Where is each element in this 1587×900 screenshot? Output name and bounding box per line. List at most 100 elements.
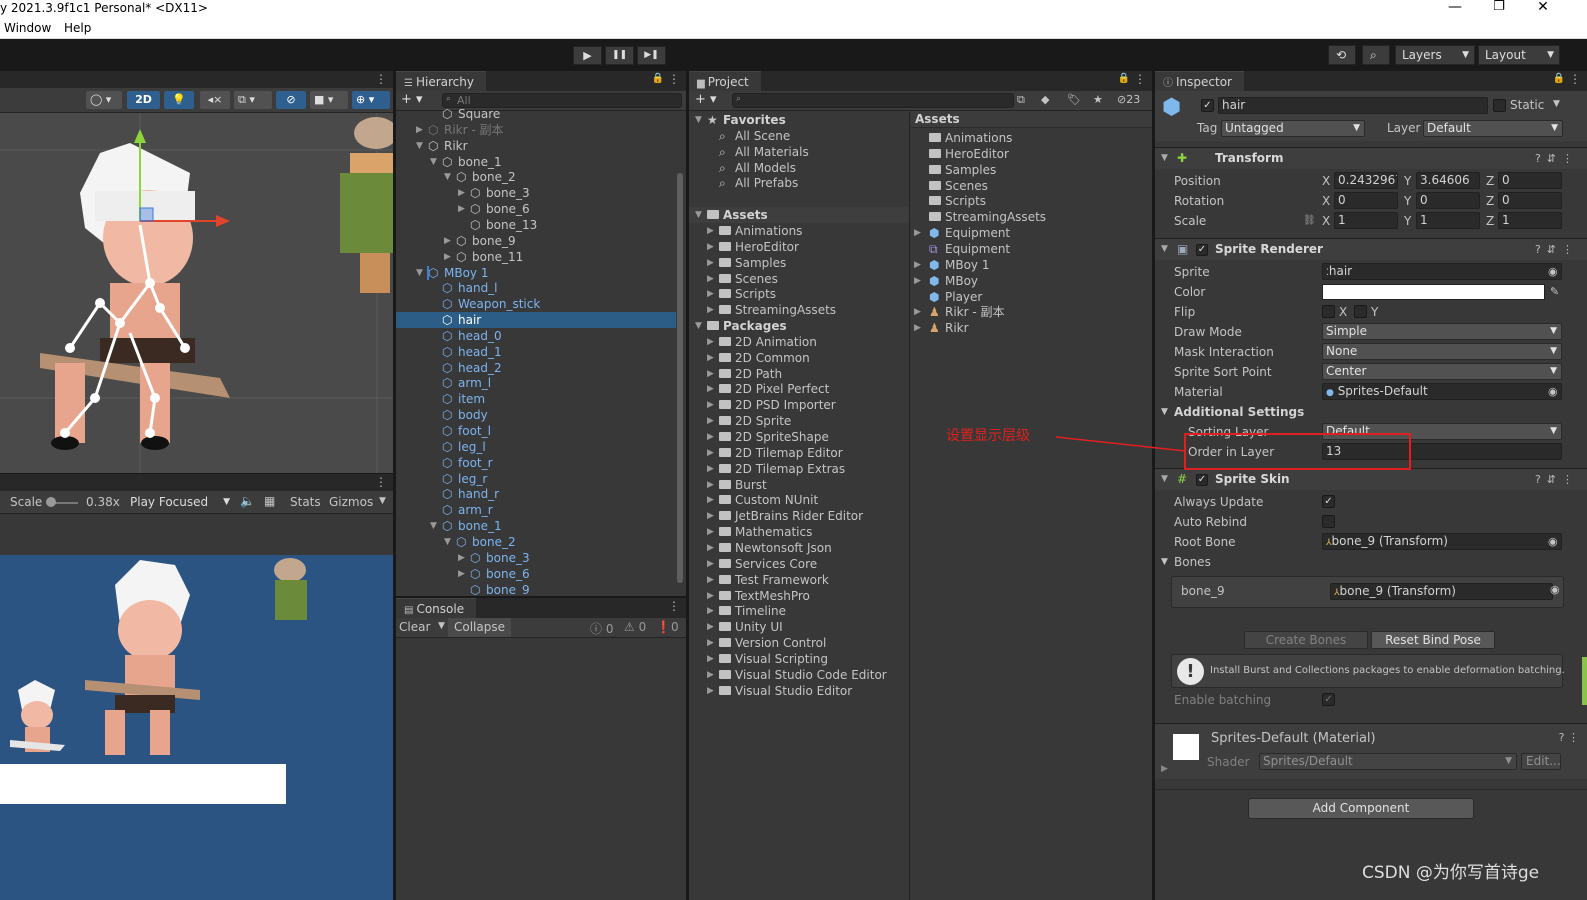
object-picker-icon[interactable]: ◉ [1550,583,1560,596]
hierarchy-item[interactable]: ▼ ⬡ bone_2 [396,169,676,185]
layers-dropdown[interactable]: Layers ▼ [1395,45,1475,65]
root-bone-field[interactable]: ⅄bone_9 (Transform) [1322,533,1562,550]
axis-z-label[interactable]: Z [1486,211,1494,231]
search-by-type-icon[interactable]: ⧉ [1017,93,1025,107]
game-canvas[interactable] [0,555,393,900]
hierarchy-item[interactable]: ▶ ⬡ bone_3 [396,550,676,566]
project-asset-item[interactable]: Scenes [911,178,1152,194]
project-folder-item[interactable]: ▶ 2D Pixel Perfect [689,381,909,397]
chevron-right-icon[interactable]: ▶ [914,273,924,289]
project-asset-item[interactable]: ▶ ⬢ MBoy 1 [911,257,1152,273]
sorting-layer-dropdown[interactable]: Default ▼ [1322,423,1562,440]
material-field[interactable]: ● Sprites-Default [1322,383,1562,400]
pause-button[interactable]: ❚❚ [605,46,634,65]
hierarchy-item[interactable]: ⬡ arm_r [396,502,676,518]
chevron-right-icon[interactable]: ▶ [707,603,717,619]
sprite-renderer-header[interactable]: ▼ ▣ ✓ Sprite Renderer ?⇵⋮ [1155,238,1587,260]
hierarchy-item[interactable]: ⬡ bone_13 [396,217,676,233]
chevron-down-icon[interactable]: ▼ [416,265,426,281]
project-folder-item[interactable]: ▶ Visual Scripting [689,651,909,667]
lock-icon[interactable]: 🔒 [1553,73,1565,84]
project-folder-item[interactable]: ▶ Mathematics [689,524,909,540]
chevron-right-icon[interactable]: ▶ [707,619,717,635]
project-folder-item[interactable]: ▶ Timeline [689,603,909,619]
transform-x-field[interactable]: 1 [1334,212,1398,229]
tab-project[interactable]: ▆ Project [689,71,761,91]
object-name-field[interactable]: hair [1218,97,1488,114]
project-folder-item[interactable]: ▶ 2D Path [689,366,909,382]
close-icon[interactable]: ✕ [1528,0,1558,15]
more-icon[interactable]: ⋮ [375,475,387,489]
transform-z-field[interactable]: 0 [1498,172,1562,189]
project-folder-item[interactable]: ▶ 2D Tilemap Editor [689,445,909,461]
stats-button[interactable]: Stats [290,495,321,509]
hierarchy-item[interactable]: ▼ ⬡ bone_2 [396,534,676,550]
eyedropper-icon[interactable]: ✎ [1550,282,1559,302]
transform-y-field[interactable]: 0 [1416,192,1480,209]
audio-icon[interactable]: ◂× [200,91,230,109]
chevron-right-icon[interactable]: ▶ [914,225,924,241]
chevron-down-icon[interactable]: ▼ [379,496,386,506]
axis-y-label[interactable]: Y [1404,191,1411,211]
project-folder-item[interactable]: ▶ Services Core [689,556,909,572]
menu-help[interactable]: Help [64,21,91,35]
more-icon[interactable]: ⋮ [1569,72,1581,86]
chevron-right-icon[interactable]: ▶ [707,429,717,445]
add-icon[interactable]: + ▾ [695,92,717,107]
project-folder-item[interactable]: ▶ 2D Common [689,350,909,366]
chevron-right-icon[interactable]: ▶ [458,201,468,217]
step-button[interactable]: ▶❚ [637,46,666,65]
project-folder-item[interactable]: ⌕ All Materials [689,144,909,160]
hierarchy-item[interactable]: ▶ ⬡ bone_11 [396,249,676,265]
hierarchy-item[interactable]: ⬡ leg_l [396,439,676,455]
project-folder-item[interactable]: ▼ ★ Favorites [689,112,909,128]
project-folder-item[interactable]: ▶ Animations [689,223,909,239]
game-view[interactable]: ⋮ Scale 0.38x Play Focused ▼ 🔈 ▦ Stats Gi… [0,474,393,900]
sprite-skin-header[interactable]: ▼ # ✓ Sprite Skin ?⇵⋮ [1155,468,1587,490]
project-folder-item[interactable]: ▶ Version Control [689,635,909,651]
warning-count[interactable]: ⚠ 0 [624,620,646,634]
chevron-right-icon[interactable]: ▶ [707,223,717,239]
chevron-down-icon[interactable]: ▼ [1161,402,1168,422]
scene-canvas[interactable] [0,113,393,473]
chevron-right-icon[interactable]: ▶ [707,508,717,524]
chevron-right-icon[interactable]: ▶ [1161,764,1168,774]
chevron-right-icon[interactable]: ▶ [914,320,924,336]
mute-audio-icon[interactable]: 🔈 [240,494,255,508]
add-icon[interactable]: + ▾ [401,92,423,107]
hierarchy-item[interactable]: ⬡ body [396,407,676,423]
component-menu-icons[interactable]: ?⇵⋮ [1535,469,1579,490]
chevron-right-icon[interactable]: ▶ [444,249,454,265]
flip-x-checkbox[interactable] [1322,305,1335,318]
chevron-down-icon[interactable]: ▼ [1161,552,1168,572]
maximize-icon[interactable]: ❐ [1484,0,1514,14]
project-folder-item[interactable]: ▶ Custom NUnit [689,492,909,508]
chevron-right-icon[interactable]: ▶ [707,413,717,429]
project-folder-item[interactable]: ⌕ All Scene [689,128,909,144]
project-folder-item[interactable]: ▶ Scenes [689,271,909,287]
gizmos-button[interactable]: Gizmos [329,495,373,509]
axis-y-label[interactable]: Y [1404,211,1411,231]
chevron-right-icon[interactable]: ▶ [707,381,717,397]
chevron-right-icon[interactable]: ▶ [707,397,717,413]
filter-type-icon[interactable]: ◆ [1041,93,1049,106]
project-asset-item[interactable]: HeroEditor [911,146,1152,162]
tab-inspector[interactable]: ⓘ Inspector [1155,71,1244,91]
sprite-renderer-enabled-checkbox[interactable]: ✓ [1196,244,1208,256]
lock-icon[interactable]: 🔒 [1118,73,1130,84]
create-bones-button[interactable]: Create Bones [1244,631,1368,649]
more-icon[interactable]: ⋮ [668,72,680,86]
transform-x-field[interactable]: 0.2432967 [1334,172,1398,189]
mask-interaction-dropdown[interactable]: None ▼ [1322,343,1562,360]
axis-y-label[interactable]: Y [1404,171,1411,191]
transform-y-field[interactable]: 3.64606 [1416,172,1480,189]
favorite-icon[interactable]: ★ [1093,93,1103,106]
chevron-right-icon[interactable]: ▶ [707,461,717,477]
project-folder-item[interactable]: ▶ HeroEditor [689,239,909,255]
reset-bind-pose-button[interactable]: Reset Bind Pose [1371,631,1495,649]
project-folder-item[interactable]: ⌕ All Prefabs [689,175,909,191]
auto-rebind-checkbox[interactable] [1322,515,1335,528]
shader-dropdown[interactable]: Sprites/Default ▼ [1259,753,1517,770]
project-folder-item[interactable]: ▶ StreamingAssets [689,302,909,318]
chevron-right-icon[interactable]: ▶ [707,588,717,604]
